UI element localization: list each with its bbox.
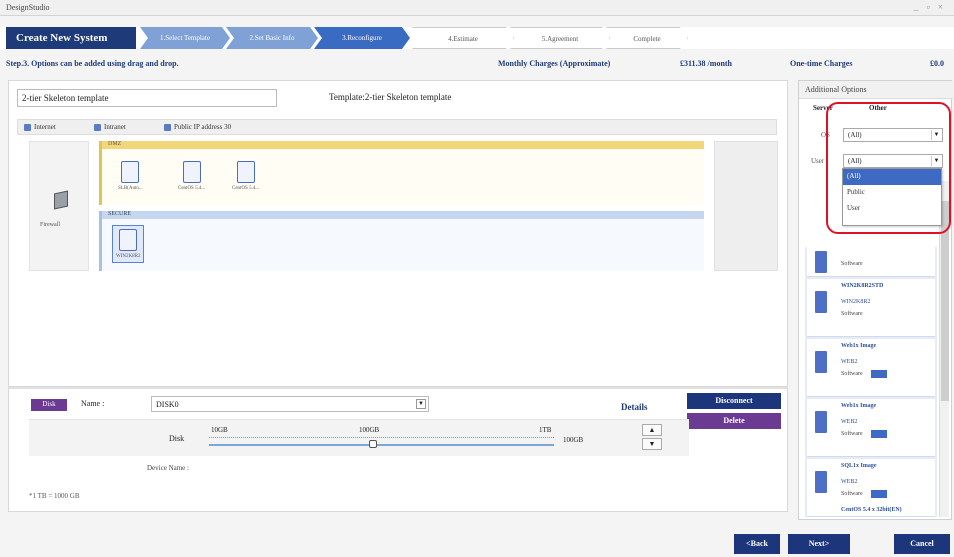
details-link[interactable]: Details: [621, 402, 648, 412]
network-public-ip[interactable]: Public IP address 30: [164, 123, 231, 131]
disk-size-label: Disk: [169, 434, 185, 443]
list-item[interactable]: CentOS 5.4 x 32bit(EN): [807, 501, 935, 517]
server-icon: [119, 229, 138, 251]
title-bar: DesignStudio _ ▫ ×: [0, 0, 954, 16]
step-complete[interactable]: Complete: [606, 27, 688, 49]
secure-server-win2k8r2[interactable]: WIN2K8R2: [112, 225, 145, 263]
firewall-block[interactable]: Firewall: [29, 141, 89, 271]
server-icon: [236, 161, 255, 183]
delete-button[interactable]: Delete: [687, 413, 781, 429]
step-instruction: Step.3. Options can be added using drag …: [6, 59, 179, 68]
user-label: User: [811, 157, 825, 165]
server-icon: [815, 411, 827, 433]
option-list: Software WIN2K8R2STD WIN2K8R2 Software W…: [805, 247, 937, 517]
disconnect-button[interactable]: Disconnect: [687, 393, 781, 409]
dmz-header: DMZ: [102, 141, 704, 149]
server-icon: [815, 471, 827, 493]
server-icon: [815, 351, 827, 373]
secure-header: SECURE: [102, 211, 704, 219]
wizard-title: Create New System: [6, 27, 136, 49]
device-name-label: Device Name :: [147, 464, 189, 472]
disk-name-select[interactable]: DISK0 ▼: [151, 396, 429, 412]
dmz-server-slb[interactable]: SLB(Auto...: [118, 161, 143, 191]
status-badge: [871, 490, 887, 498]
status-badge: [871, 370, 887, 378]
disk-tab[interactable]: Disk: [31, 399, 67, 411]
public-ip-icon: [164, 123, 171, 131]
firewall-label: Firewall: [40, 222, 60, 228]
step-reconfigure[interactable]: 3.Reconfigure: [314, 27, 410, 49]
canvas-side-area: [714, 141, 778, 271]
slider-handle[interactable]: [369, 440, 377, 448]
monthly-label: Monthly Charges (Approximate): [498, 59, 611, 68]
chevron-down-icon[interactable]: ▼: [416, 399, 426, 409]
secure-zone[interactable]: SECURE WIN2K8R2: [99, 211, 704, 271]
template-title: Template:2-tier Skeleton template: [329, 92, 452, 102]
list-item[interactable]: WIN2K8R2STD WIN2K8R2 Software: [807, 279, 935, 337]
highlight-annotation: [826, 102, 951, 234]
server-icon: [815, 291, 827, 313]
tick-min: 10GB: [211, 426, 228, 434]
onetime-label: One-time Charges: [790, 59, 853, 68]
template-name-input[interactable]: 2-tier Skeleton template: [17, 89, 277, 107]
dmz-server-centos-2[interactable]: CentOS 5.4...: [232, 161, 259, 191]
list-item[interactable]: Web1x Image WEB2 Software: [807, 399, 935, 457]
list-item[interactable]: Software: [807, 247, 935, 277]
step-agreement[interactable]: 5.Agreement: [510, 27, 610, 49]
info-bar: Step.3. Options can be added using drag …: [0, 56, 954, 72]
footnote: *1 TB = 1000 GB: [29, 492, 80, 500]
additional-options-title: Additional Options: [799, 81, 953, 99]
system-canvas: 2-tier Skeleton template Template:2-tier…: [8, 80, 788, 387]
wizard-header: Create New System 1.Select Template 2.Se…: [0, 27, 954, 49]
dmz-server-centos-1[interactable]: CentOS 5.4...: [178, 161, 205, 191]
increase-button[interactable]: ▲: [642, 424, 662, 436]
intranet-icon: [94, 123, 101, 131]
next-button[interactable]: Next>: [788, 534, 850, 554]
server-icon: [815, 251, 827, 273]
disk-size-value: 100GB: [563, 436, 584, 444]
step-estimate[interactable]: 4.Estimate: [412, 27, 514, 49]
list-item[interactable]: Web1x Image WEB2 Software: [807, 339, 935, 397]
window-controls[interactable]: _ ▫ ×: [914, 2, 946, 12]
internet-icon: [24, 123, 31, 131]
load-balancer-icon: [121, 161, 140, 183]
back-button[interactable]: <Back: [734, 534, 780, 554]
cancel-button[interactable]: Cancel: [894, 534, 950, 554]
network-internet[interactable]: Internet: [24, 123, 56, 131]
disk-settings-grid: Disk 10GB 100GB 1TB 100GB ▲ ▼ Device Nam…: [29, 419, 689, 479]
slider-ticks: [209, 437, 554, 438]
network-intranet[interactable]: Intranet: [94, 123, 126, 131]
monthly-value: £311.38 /month: [680, 59, 733, 68]
onetime-value: £0.0: [930, 59, 944, 68]
decrease-button[interactable]: ▼: [642, 438, 662, 450]
step-select-template[interactable]: 1.Select Template: [140, 27, 230, 49]
name-label: Name :: [81, 399, 105, 408]
step-set-basic-info[interactable]: 2.Set Basic Info: [226, 27, 318, 49]
disk-detail-panel: Disk Name : DISK0 ▼ Details Disconnect D…: [8, 387, 788, 512]
firewall-icon: [54, 190, 68, 210]
network-bar: Internet Intranet Public IP address 30: [17, 119, 777, 135]
dmz-zone[interactable]: DMZ SLB(Auto... CentOS 5.4... CentOS 5.4…: [99, 141, 704, 205]
tick-mid: 100GB: [359, 426, 380, 434]
disk-size-row: Disk 10GB 100GB 1TB 100GB ▲ ▼: [29, 420, 689, 456]
status-badge: [871, 430, 887, 438]
server-icon: [182, 161, 201, 183]
disk-size-slider[interactable]: [209, 444, 554, 446]
app-title: DesignStudio: [6, 3, 50, 12]
tick-max: 1TB: [539, 426, 552, 434]
